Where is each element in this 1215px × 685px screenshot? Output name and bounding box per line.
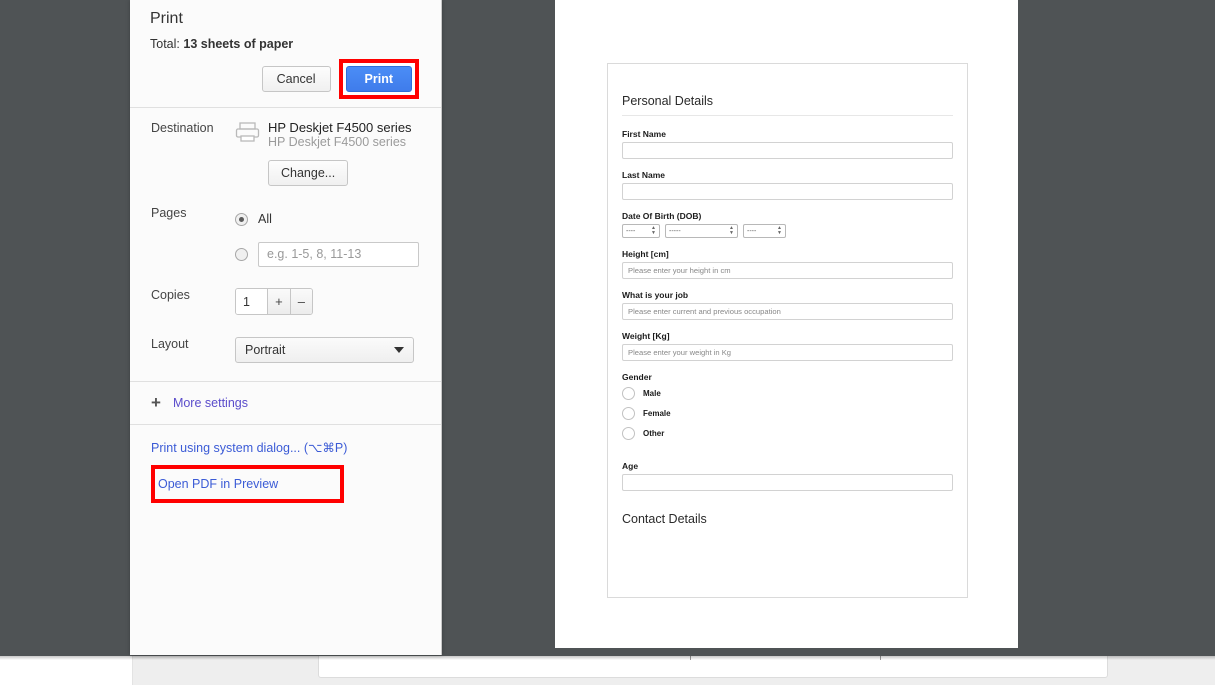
gender-option-female[interactable]: Female	[622, 407, 953, 420]
pdf-field-first-name: First Name	[622, 129, 953, 159]
dob-year-select[interactable]: ---- ▲▼	[743, 224, 786, 238]
pdf-preview-page: Personal Details First Name Last Name Da…	[555, 0, 1018, 648]
dob-month-value: -----	[669, 228, 681, 235]
pages-row: Pages All e.g. 1-5, 8, 11-13	[130, 186, 441, 267]
printer-name: HP Deskjet F4500 series	[268, 121, 412, 135]
change-destination-button[interactable]: Change...	[268, 160, 348, 186]
field-label: What is your job	[622, 290, 953, 300]
open-pdf-highlight: Open PDF in Preview	[151, 465, 344, 503]
layout-row: Layout Portrait	[130, 315, 441, 363]
gender-label: Gender	[622, 372, 953, 382]
pdf-section-title-2: Contact Details	[622, 512, 953, 526]
printer-icon	[235, 121, 260, 147]
pdf-field-last-name: Last Name	[622, 170, 953, 200]
pdf-form-card: Personal Details First Name Last Name Da…	[607, 63, 968, 598]
dob-label: Date Of Birth (DOB)	[622, 211, 953, 221]
spinner-icon: ▲▼	[651, 226, 656, 236]
print-dialog-actions: Cancel Print	[130, 51, 441, 107]
pages-all-option[interactable]: All	[235, 206, 421, 232]
copies-increment-button[interactable]: +	[267, 289, 289, 314]
dob-day-value: ----	[626, 228, 635, 235]
radio-label: Female	[643, 409, 671, 418]
layout-label: Layout	[130, 337, 235, 363]
copies-decrement-button[interactable]: –	[290, 289, 312, 314]
pages-label: Pages	[130, 206, 235, 267]
screen: iveira Sanchez Questionnaire … NutriAdmi…	[0, 0, 1215, 685]
copies-value[interactable]: 1	[236, 289, 267, 314]
pages-range-input[interactable]: e.g. 1-5, 8, 11-13	[258, 242, 419, 267]
field-input[interactable]	[622, 183, 953, 200]
age-input[interactable]	[622, 474, 953, 491]
print-dialog: Print Total: 13 sheets of paper Cancel P…	[130, 0, 442, 655]
print-button-highlight: Print	[339, 59, 419, 99]
more-settings-row[interactable]: + More settings	[130, 381, 441, 425]
pdf-field-height: Height [cm] Please enter your height in …	[622, 249, 953, 279]
plus-icon: +	[151, 397, 161, 409]
copies-stepper: 1 + –	[235, 288, 313, 315]
gender-option-other[interactable]: Other	[622, 427, 953, 440]
dob-row: ---- ▲▼ ----- ▲▼ ---- ▲▼	[622, 224, 953, 238]
gender-option-male[interactable]: Male	[622, 387, 953, 400]
dob-month-select[interactable]: ----- ▲▼	[665, 224, 738, 238]
field-input[interactable]: Please enter your height in cm	[622, 262, 953, 279]
field-input[interactable]: Please enter your weight in Kg	[622, 344, 953, 361]
dob-year-value: ----	[747, 228, 756, 235]
more-settings-label: More settings	[173, 396, 248, 410]
print-total-value: 13 sheets of paper	[183, 37, 293, 51]
radio-label: Other	[643, 429, 664, 438]
overlay-shadow	[0, 656, 1215, 660]
open-pdf-link[interactable]: Open PDF in Preview	[158, 477, 278, 491]
field-label: Height [cm]	[622, 249, 953, 259]
print-dialog-header: Print Total: 13 sheets of paper	[130, 0, 441, 51]
radio-icon	[622, 427, 635, 440]
field-label: Weight [Kg]	[622, 331, 953, 341]
destination-row: Destination HP Deskjet F4500 series HP D…	[130, 108, 441, 186]
print-total-prefix: Total:	[150, 37, 180, 51]
field-label: Last Name	[622, 170, 953, 180]
print-button[interactable]: Print	[346, 66, 412, 92]
radio-icon	[622, 387, 635, 400]
radio-selected-icon	[235, 213, 248, 226]
field-label: First Name	[622, 129, 953, 139]
chevron-down-icon	[394, 347, 404, 353]
print-dialog-links: Print using system dialog... (⌥⌘P) Open …	[130, 425, 441, 503]
copies-row: Copies 1 + –	[130, 267, 441, 315]
destination-label: Destination	[130, 121, 235, 186]
print-total: Total: 13 sheets of paper	[150, 37, 421, 51]
field-input[interactable]: Please enter current and previous occupa…	[622, 303, 953, 320]
spinner-icon: ▲▼	[729, 226, 734, 236]
copies-label: Copies	[130, 288, 235, 315]
layout-selected-value: Portrait	[245, 343, 285, 357]
radio-icon	[622, 407, 635, 420]
pages-range-option[interactable]: e.g. 1-5, 8, 11-13	[235, 241, 421, 267]
pdf-field-weight: Weight [Kg] Please enter your weight in …	[622, 331, 953, 361]
field-input[interactable]	[622, 142, 953, 159]
cancel-button[interactable]: Cancel	[262, 66, 331, 92]
pages-all-label: All	[258, 212, 272, 226]
print-dialog-title: Print	[150, 10, 421, 28]
radio-label: Male	[643, 389, 661, 398]
dob-day-select[interactable]: ---- ▲▼	[622, 224, 660, 238]
layout-select[interactable]: Portrait	[235, 337, 414, 363]
system-dialog-link[interactable]: Print using system dialog... (⌥⌘P)	[151, 440, 347, 455]
printer-subtitle: HP Deskjet F4500 series	[268, 135, 412, 150]
radio-icon	[235, 248, 248, 261]
spinner-icon: ▲▼	[777, 226, 782, 236]
pdf-field-job: What is your job Please enter current an…	[622, 290, 953, 320]
age-label: Age	[622, 461, 953, 471]
pdf-section-title: Personal Details	[622, 94, 953, 116]
